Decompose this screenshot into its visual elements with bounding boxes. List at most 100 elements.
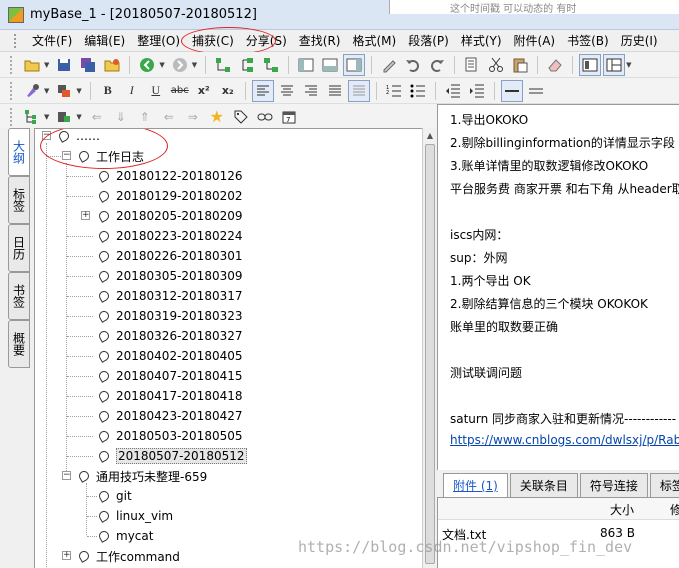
save-icon[interactable]: [53, 54, 75, 76]
tree-node-entry-selected[interactable]: 20180507-20180512: [97, 446, 247, 466]
tab-calendar[interactable]: 日历: [8, 224, 30, 272]
tree-connect-icon[interactable]: [212, 54, 234, 76]
tree-node-entry[interactable]: 20180503-20180505: [97, 426, 243, 446]
move-up-icon[interactable]: ⇑: [134, 106, 156, 128]
tree-node-entry[interactable]: 20180319-20180323: [97, 306, 243, 326]
tree-node-mycat[interactable]: mycat: [97, 526, 153, 546]
save-all-icon[interactable]: [77, 54, 99, 76]
layout-dropdown-icon[interactable]: ▼: [626, 61, 631, 69]
tab-more[interactable]: 标签: [649, 473, 679, 497]
menu-history[interactable]: 历史(I): [615, 32, 664, 49]
move-down-icon[interactable]: ⇓: [110, 106, 132, 128]
move-left-icon[interactable]: ⇐: [86, 106, 108, 128]
tab-overview[interactable]: 概要: [8, 320, 30, 368]
tree-node-entry[interactable]: 20180423-20180427: [97, 406, 243, 426]
tab-tags[interactable]: 标签: [8, 176, 30, 224]
move-prev-icon[interactable]: ⇐: [158, 106, 180, 128]
tree-add-sibling-icon[interactable]: [260, 54, 282, 76]
workcmd-expander[interactable]: +: [62, 551, 71, 560]
tree-node-git[interactable]: git: [97, 486, 132, 506]
editor-link[interactable]: https://www.cnblogs.com/dwlsxj/p/RabbitM…: [450, 433, 679, 447]
back-icon[interactable]: [136, 54, 158, 76]
tree-scrollbar[interactable]: ▲: [422, 128, 436, 568]
align-left-icon[interactable]: [251, 79, 274, 102]
line-spacing-icon[interactable]: [525, 80, 547, 102]
style-dropdown-icon[interactable]: ▼: [44, 87, 49, 95]
menu-format[interactable]: 格式(M): [346, 32, 402, 49]
italic-button[interactable]: I: [121, 80, 143, 102]
tree-node-entry[interactable]: 20180205-20180209: [97, 206, 243, 226]
menu-bookmark[interactable]: 书签(B): [561, 32, 615, 49]
chain-link-icon[interactable]: [254, 106, 276, 128]
menu-file[interactable]: 文件(F): [26, 32, 78, 49]
menu-style[interactable]: 样式(Y): [455, 32, 508, 49]
tree-outline-icon[interactable]: [21, 106, 43, 128]
toggle-view-1-icon[interactable]: [295, 54, 317, 76]
note-editor[interactable]: 1.导出OKOKO 2.剔除billinginformation的详情显示字段 …: [437, 104, 679, 470]
tree-node-entry[interactable]: 20180122-20180126: [97, 166, 243, 186]
align-none-icon[interactable]: [347, 79, 370, 102]
tab-bookmarks[interactable]: 书签: [8, 272, 30, 320]
tree-add-child-icon[interactable]: [236, 54, 258, 76]
pen-icon[interactable]: [378, 54, 400, 76]
calendar-icon[interactable]: 7: [278, 106, 300, 128]
tree-node-tips[interactable]: 通用技巧未整理-659: [77, 466, 207, 486]
tree-node-entry[interactable]: 20180326-20180327: [97, 326, 243, 346]
node-link-icon[interactable]: [53, 106, 75, 128]
menu-attachment[interactable]: 附件(A): [508, 32, 562, 49]
tree-node-entry[interactable]: 20180312-20180317: [97, 286, 243, 306]
tab-outline[interactable]: 大纲: [8, 128, 30, 176]
forward-icon[interactable]: [169, 54, 191, 76]
tree-node-entry[interactable]: 20180129-20180202: [97, 186, 243, 206]
forward-dropdown-icon[interactable]: ▼: [192, 61, 197, 69]
bold-button[interactable]: B: [97, 80, 119, 102]
node-link-dropdown-icon[interactable]: ▼: [76, 113, 81, 121]
subscript-button[interactable]: x₂: [217, 80, 239, 102]
menu-find[interactable]: 查找(R): [293, 32, 347, 49]
toolbar-grip[interactable]: [10, 107, 14, 126]
tab-symbol-links[interactable]: 符号连接: [579, 473, 648, 497]
toggle-view-3-icon[interactable]: [343, 53, 366, 76]
new-folder-icon[interactable]: [101, 54, 123, 76]
tree-node-entry[interactable]: 20180223-20180224: [97, 226, 243, 246]
align-justify-icon[interactable]: [324, 80, 346, 102]
column-more-header[interactable]: 修: [670, 501, 679, 518]
numbered-list-icon[interactable]: 12: [383, 80, 405, 102]
tree-node-entry[interactable]: 20180226-20180301: [97, 246, 243, 266]
strikethrough-button[interactable]: abc: [169, 80, 191, 102]
tree-node-linux-vim[interactable]: linux_vim: [97, 506, 173, 526]
align-right-icon[interactable]: [300, 80, 322, 102]
tips-expander[interactable]: −: [62, 471, 71, 480]
tree-node-entry[interactable]: 20180407-20180415: [97, 366, 243, 386]
text-color-dropdown-icon[interactable]: ▼: [76, 87, 81, 95]
tree-outline-dropdown-icon[interactable]: ▼: [44, 113, 49, 121]
tab-related[interactable]: 关联条目: [509, 473, 578, 497]
tab-attachments[interactable]: 附件 (1): [443, 473, 508, 497]
redo-icon[interactable]: [426, 54, 448, 76]
bullet-list-icon[interactable]: [407, 80, 429, 102]
open-folder-icon[interactable]: [21, 54, 43, 76]
menu-organize[interactable]: 整理(O): [131, 32, 186, 49]
indent-increase-icon[interactable]: [466, 80, 488, 102]
tree-node-workcmd[interactable]: 工作command: [77, 546, 180, 566]
entry-expander[interactable]: +: [81, 211, 90, 220]
align-center-icon[interactable]: [276, 80, 298, 102]
layout-panel-icon[interactable]: [579, 53, 602, 76]
copy-doc-icon[interactable]: [461, 54, 483, 76]
open-dropdown-icon[interactable]: ▼: [44, 61, 49, 69]
column-size-header[interactable]: 大小: [610, 501, 634, 518]
menu-edit[interactable]: 编辑(E): [78, 32, 131, 49]
tree-node-entry[interactable]: 20180402-20180405: [97, 346, 243, 366]
star-icon[interactable]: ★: [206, 106, 228, 128]
line-style-icon[interactable]: [500, 79, 523, 102]
tree-node-entry[interactable]: 20180417-20180418: [97, 386, 243, 406]
back-dropdown-icon[interactable]: ▼: [159, 61, 164, 69]
superscript-button[interactable]: x²: [193, 80, 215, 102]
cut-icon[interactable]: [485, 54, 507, 76]
move-next-icon[interactable]: ⇒: [182, 106, 204, 128]
style-brush-icon[interactable]: [21, 80, 43, 102]
undo-icon[interactable]: [402, 54, 424, 76]
scroll-thumb[interactable]: [425, 144, 435, 564]
tree-node-entry[interactable]: 20180305-20180309: [97, 266, 243, 286]
toolbar-grip[interactable]: [10, 55, 14, 74]
